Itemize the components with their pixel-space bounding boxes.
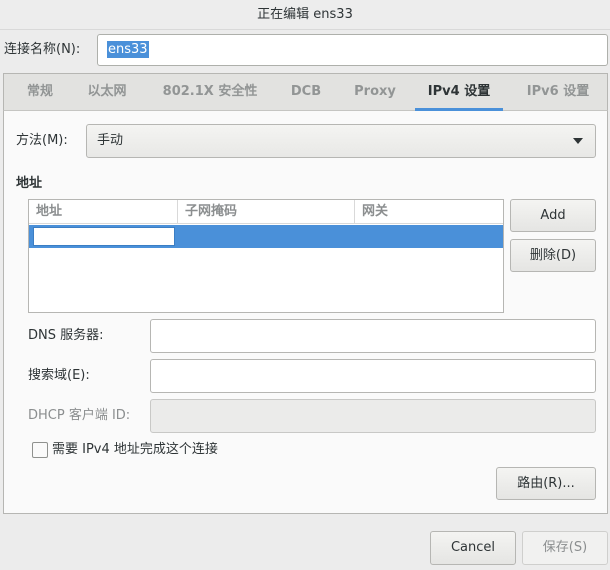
connection-name-label: 连接名称(N): (4, 42, 81, 57)
window-title: 正在编辑 ens33 (257, 7, 353, 22)
tab-dcb-label: DCB (290, 84, 322, 99)
delete-address-button-label: 删除(D) (529, 248, 577, 263)
window-title-bar: 正在编辑 ens33 (0, 0, 610, 30)
column-header-address-label: 地址 (36, 204, 63, 219)
tab-ipv6-settings-label: IPv6 设置 (526, 84, 590, 99)
method-label: 方法(M): (16, 133, 68, 148)
tab-ethernet[interactable]: 以太网 (78, 74, 136, 111)
tab-ipv4-settings-label: IPv4 设置 (427, 84, 491, 99)
dns-servers-label: DNS 服务器: (28, 328, 104, 343)
save-button[interactable]: 保存(S) (522, 531, 608, 565)
connection-name-input[interactable]: ens33 (97, 34, 608, 66)
column-header-address[interactable]: 地址 (29, 200, 178, 224)
search-domains-input[interactable] (150, 359, 596, 393)
add-address-button-label: Add (540, 208, 566, 223)
save-button-label: 保存(S) (542, 540, 588, 555)
column-header-gateway[interactable]: 网关 (355, 200, 503, 224)
column-header-gateway-label: 网关 (362, 204, 389, 219)
add-address-button[interactable]: Add (510, 199, 596, 232)
dhcp-client-id-label: DHCP 客户端 ID: (28, 408, 131, 423)
connection-name-value: ens33 (107, 41, 149, 58)
address-cell-editor[interactable] (33, 227, 175, 246)
method-dropdown[interactable]: 手动 (86, 124, 596, 158)
routes-button-label: 路由(R)... (517, 476, 575, 491)
tab-ethernet-label: 以太网 (87, 84, 127, 99)
cancel-button-label: Cancel (450, 540, 496, 555)
tab-8021x-security-label: 802.1X 安全性 (162, 84, 258, 99)
tab-general[interactable]: 常规 (16, 74, 64, 111)
address-table[interactable]: 地址 子网掩码 网关 (28, 199, 504, 313)
dhcp-client-id-input (150, 399, 596, 433)
tab-proxy-label: Proxy (354, 84, 396, 99)
table-row[interactable] (29, 225, 503, 248)
tab-ipv6-settings[interactable]: IPv6 设置 (514, 74, 602, 111)
column-header-netmask[interactable]: 子网掩码 (178, 200, 355, 224)
routes-button[interactable]: 路由(R)... (496, 467, 596, 500)
dns-servers-input[interactable] (150, 319, 596, 353)
tab-ipv4-settings[interactable]: IPv4 设置 (415, 74, 503, 111)
cancel-button[interactable]: Cancel (430, 531, 516, 565)
tab-general-label: 常规 (26, 84, 53, 99)
tab-proxy[interactable]: Proxy (344, 74, 406, 111)
column-header-netmask-label: 子网掩码 (185, 204, 238, 219)
require-ipv4-label[interactable]: 需要 IPv4 地址完成这个连接 (52, 442, 218, 458)
tab-bar: 常规 以太网 802.1X 安全性 DCB Proxy IPv4 设置 IPv6… (3, 73, 608, 111)
require-ipv4-checkbox[interactable] (32, 442, 48, 458)
address-section-heading: 地址 (16, 176, 43, 191)
delete-address-button[interactable]: 删除(D) (510, 239, 596, 272)
search-domains-label: 搜索域(E): (28, 368, 90, 383)
chevron-down-icon (573, 138, 583, 144)
method-value: 手动 (97, 133, 124, 148)
tab-dcb[interactable]: DCB (280, 74, 332, 111)
tab-8021x-security[interactable]: 802.1X 安全性 (154, 74, 266, 111)
